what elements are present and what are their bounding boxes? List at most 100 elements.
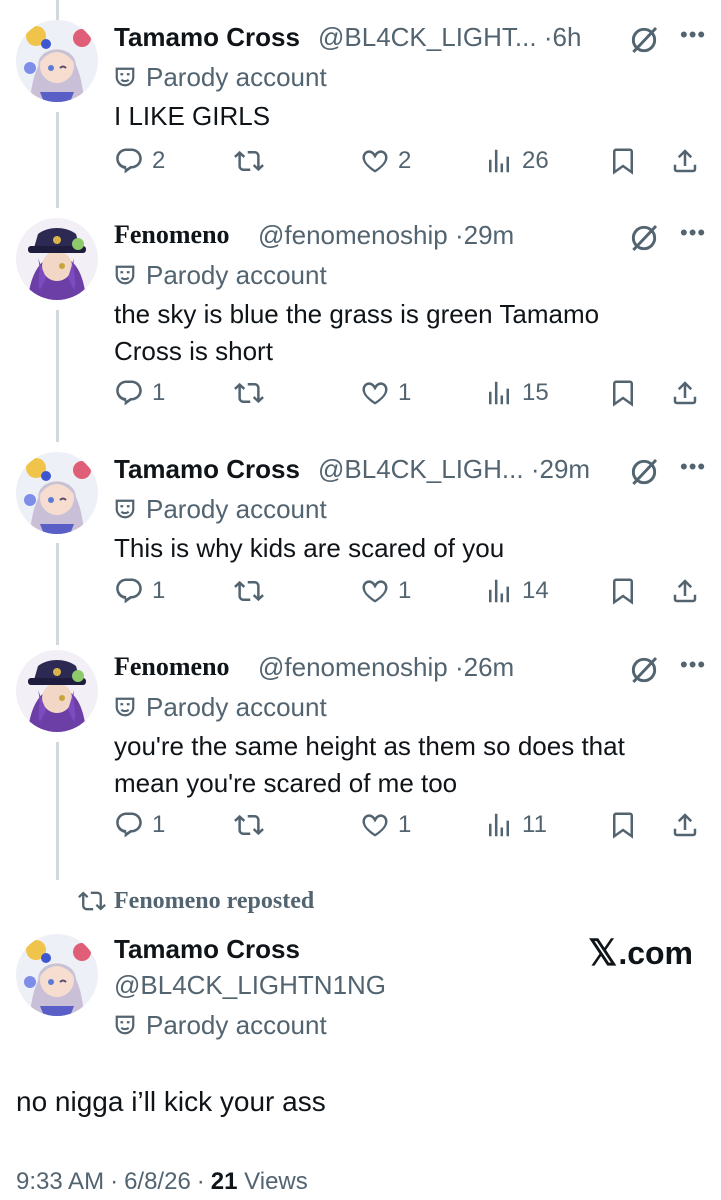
views-button[interactable]: 26 (484, 146, 549, 176)
reply-count: 2 (152, 147, 166, 174)
reply-button[interactable]: 1 (114, 810, 165, 840)
tweet-text-line: Cross is short (114, 336, 273, 366)
more-icon[interactable]: ••• (680, 22, 706, 48)
bookmark-button[interactable] (608, 146, 638, 176)
handle[interactable]: @BL4CK_LIGHT... (318, 22, 537, 52)
repost-icon (78, 887, 106, 915)
views-count: 21 (210, 1168, 238, 1195)
views-icon (484, 576, 514, 606)
post-time[interactable]: 9:33 AM (16, 1168, 104, 1196)
parody-mask-icon (114, 696, 136, 718)
avatar[interactable] (16, 218, 98, 300)
like-icon (360, 810, 390, 840)
separator: · (110, 1168, 119, 1195)
more-icon[interactable]: ••• (680, 454, 706, 480)
repost-button[interactable] (234, 576, 272, 606)
views-button[interactable]: 14 (484, 576, 549, 606)
tweet-text: you're the same height as them so does t… (114, 728, 705, 802)
handle[interactable]: @BL4CK_LIGHTN1NG (114, 970, 705, 1006)
parody-text: Parody account (146, 259, 327, 290)
like-count: 1 (398, 811, 412, 838)
like-count: 1 (398, 379, 412, 406)
reply-count: 1 (152, 379, 166, 406)
bookmark-button[interactable] (608, 576, 638, 606)
bookmark-button[interactable] (608, 810, 638, 840)
display-name[interactable]: Tamamo Cross (114, 934, 300, 965)
handle[interactable]: @fenomenoship (258, 652, 448, 682)
views-button[interactable]: 15 (484, 378, 549, 408)
repost-button[interactable] (234, 146, 272, 176)
parody-text: Parody account (146, 1009, 327, 1040)
more-icon[interactable]: ••• (680, 652, 706, 678)
repost-icon (234, 576, 264, 606)
share-icon (670, 146, 700, 176)
views-icon (484, 146, 514, 176)
grok-icon[interactable] (628, 24, 660, 56)
repost-indicator[interactable]: Fenomeno reposted (78, 887, 314, 915)
views-icon (484, 378, 514, 408)
avatar[interactable] (16, 934, 98, 1016)
reply-count: 1 (152, 811, 166, 838)
display-name[interactable]: Fenomeno (114, 220, 230, 250)
repost-button[interactable] (234, 378, 272, 408)
parody-mask-icon (114, 498, 136, 520)
thread-line (56, 742, 59, 880)
repost-icon (234, 146, 264, 176)
parody-label: Parody account (114, 688, 705, 726)
share-icon (670, 378, 700, 408)
bookmark-button[interactable] (608, 378, 638, 408)
handle[interactable]: @fenomenoship (258, 220, 448, 250)
reply-button[interactable]: 1 (114, 378, 165, 408)
like-button[interactable]: 1 (360, 810, 411, 840)
avatar[interactable] (16, 452, 98, 534)
timestamp[interactable]: 29m (464, 220, 515, 250)
share-button[interactable] (670, 576, 700, 606)
main-tweet-text: no nigga i’ll kick your ass (16, 1086, 326, 1117)
parody-label: Parody account (114, 1006, 705, 1044)
avatar[interactable] (16, 20, 98, 102)
view-count: 15 (522, 379, 549, 406)
share-icon (670, 576, 700, 606)
share-icon (670, 810, 700, 840)
tweet-text: the sky is blue the grass is green Tamam… (114, 296, 705, 370)
share-button[interactable] (670, 378, 700, 408)
thread-line (56, 543, 59, 645)
grok-icon[interactable] (628, 222, 660, 254)
avatar[interactable] (16, 650, 98, 732)
like-count: 1 (398, 577, 412, 604)
like-button[interactable]: 2 (360, 146, 411, 176)
reply-icon (114, 576, 144, 606)
reply-button[interactable]: 2 (114, 146, 165, 176)
reply-icon (114, 810, 144, 840)
timestamp[interactable]: 6h (553, 22, 582, 52)
reply-button[interactable]: 1 (114, 576, 165, 606)
like-button[interactable]: 1 (360, 576, 411, 606)
repost-icon (234, 378, 264, 408)
display-name[interactable]: Fenomeno (114, 652, 230, 682)
more-icon[interactable]: ••• (680, 220, 706, 246)
tweet-text: I LIKE GIRLS (114, 101, 271, 131)
thread-line (56, 112, 59, 208)
handle[interactable]: @BL4CK_LIGH... (318, 454, 524, 484)
display-name[interactable]: Tamamo Cross (114, 22, 300, 53)
display-name[interactable]: Tamamo Cross (114, 454, 300, 485)
thread-line (56, 310, 59, 442)
views-stat[interactable]: 21 Views (211, 1168, 308, 1196)
parody-mask-icon (114, 66, 136, 88)
share-button[interactable] (670, 146, 700, 176)
timestamp[interactable]: 29m (540, 454, 591, 484)
bookmark-icon (608, 146, 638, 176)
grok-icon[interactable] (628, 456, 660, 488)
repost-button[interactable] (234, 810, 272, 840)
timestamp[interactable]: 26m (464, 652, 515, 682)
parody-text: Parody account (146, 691, 327, 722)
grok-icon[interactable] (628, 654, 660, 686)
tweet-text-line: mean you're scared of me too (114, 768, 458, 798)
like-button[interactable]: 1 (360, 378, 411, 408)
parody-label: Parody account (114, 490, 705, 528)
x-logo: 𝕏 (588, 932, 618, 973)
post-date[interactable]: 6/8/26 (124, 1168, 191, 1196)
views-label: Views (244, 1168, 308, 1195)
share-button[interactable] (670, 810, 700, 840)
views-button[interactable]: 11 (484, 810, 547, 840)
